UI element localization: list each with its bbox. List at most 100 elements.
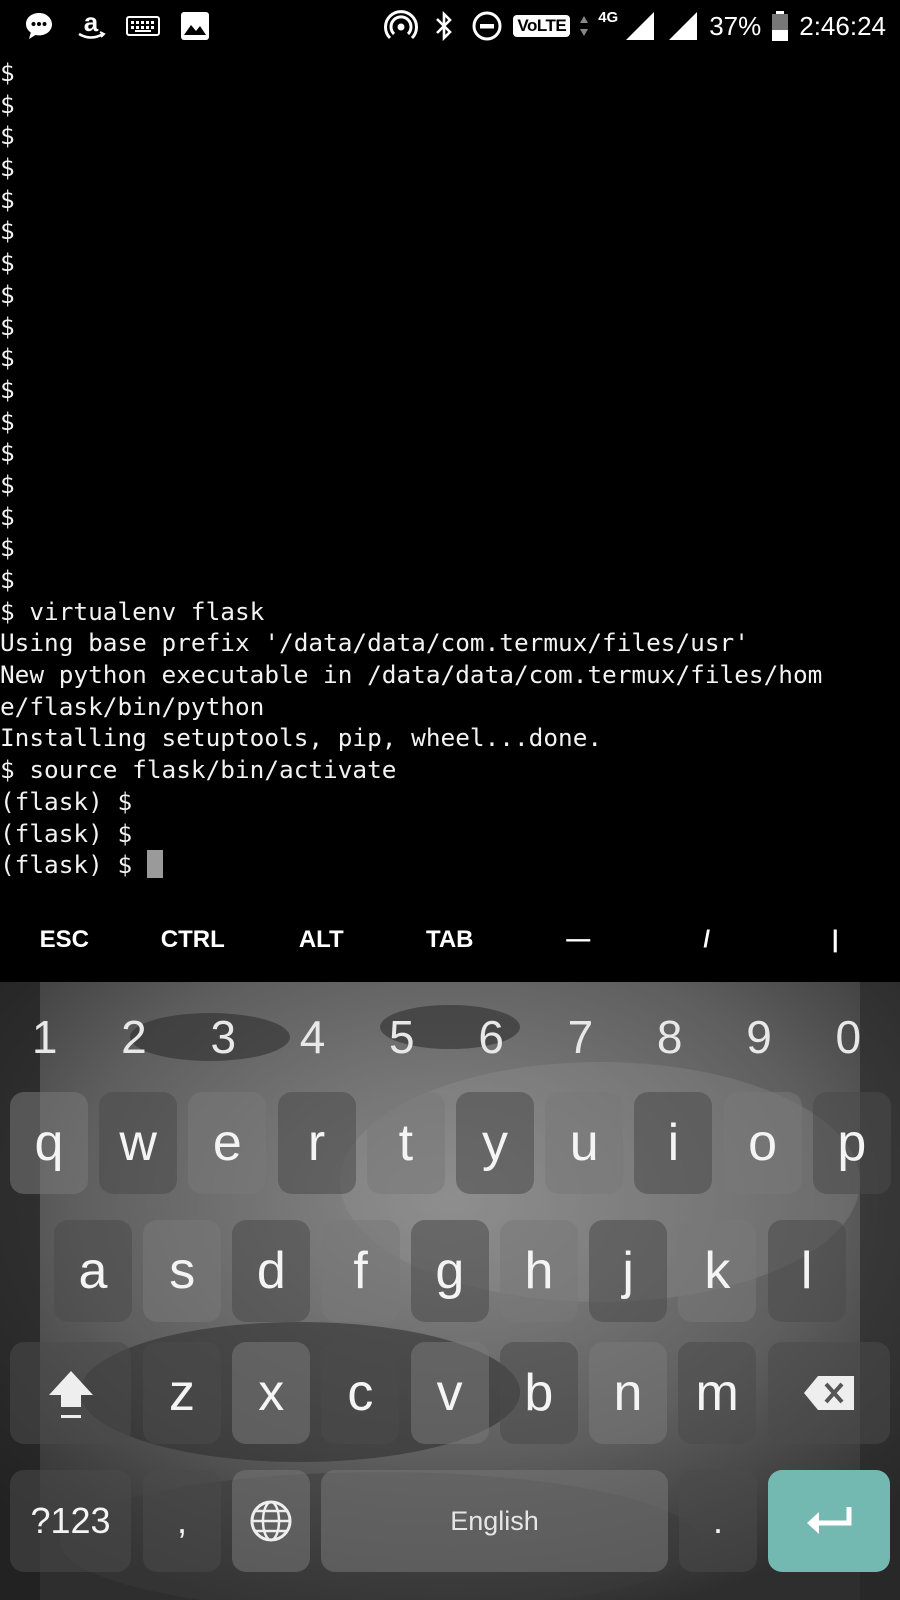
- key-label: e: [212, 1114, 242, 1172]
- signal-icon: [623, 9, 657, 43]
- key-v[interactable]: v: [410, 1342, 489, 1444]
- key-label: p: [837, 1114, 867, 1172]
- period-key[interactable]: .: [679, 1470, 757, 1572]
- key-label: z: [169, 1364, 195, 1422]
- text-cursor: [146, 850, 163, 879]
- image-icon: [178, 9, 212, 43]
- enter-key[interactable]: [768, 1470, 890, 1572]
- terminal-line: $: [0, 374, 15, 404]
- key-o[interactable]: o: [723, 1092, 802, 1194]
- terminal-line: $: [0, 406, 15, 436]
- terminal-line: $ source flask/bin/activate: [0, 755, 397, 785]
- terminal-line: New python executable in /data/data/com.…: [0, 660, 823, 690]
- key-label: g: [435, 1242, 465, 1300]
- key-w[interactable]: w: [99, 1092, 178, 1194]
- terminal-line: $: [0, 279, 15, 309]
- shift-key[interactable]: [10, 1342, 131, 1444]
- extra-key-alt[interactable]: ALT: [257, 926, 386, 954]
- number-key[interactable]: 9: [714, 1010, 803, 1064]
- terminal-line: Using base prefix '/data/data/com.termux…: [0, 628, 749, 658]
- space-label: English: [450, 1505, 539, 1536]
- key-b[interactable]: b: [499, 1342, 578, 1444]
- period-label: .: [712, 1500, 723, 1541]
- key-label: d: [256, 1242, 286, 1300]
- number-key[interactable]: 5: [357, 1010, 446, 1064]
- extra-key-esc[interactable]: ESC: [0, 926, 129, 954]
- extra-key-tab[interactable]: TAB: [386, 926, 515, 954]
- key-l[interactable]: l: [767, 1220, 846, 1322]
- symbols-key[interactable]: ?123: [10, 1470, 131, 1572]
- key-label: c: [347, 1364, 374, 1422]
- battery-percent: 37%: [709, 10, 762, 41]
- terminal-line: $: [0, 248, 15, 278]
- space-key[interactable]: English: [321, 1470, 668, 1572]
- terminal-line: (flask) $: [0, 818, 133, 848]
- comma-key[interactable]: ,: [143, 1470, 221, 1572]
- key-r[interactable]: r: [277, 1092, 356, 1194]
- terminal-line: $: [0, 501, 15, 531]
- key-x[interactable]: x: [232, 1342, 311, 1444]
- key-e[interactable]: e: [188, 1092, 267, 1194]
- key-label: j: [622, 1242, 634, 1300]
- key-g[interactable]: g: [410, 1220, 489, 1322]
- key-k[interactable]: k: [678, 1220, 757, 1322]
- key-s[interactable]: s: [143, 1220, 222, 1322]
- hotspot-icon: [384, 9, 419, 43]
- terminal-current-line[interactable]: (flask) $: [0, 849, 900, 881]
- globe-icon: [250, 1500, 292, 1542]
- key-label: f: [353, 1242, 368, 1300]
- terminal-line: (flask) $: [0, 786, 133, 816]
- number-key[interactable]: 7: [536, 1010, 625, 1064]
- key-q[interactable]: q: [10, 1092, 88, 1194]
- extra-key-ctrl[interactable]: CTRL: [129, 926, 258, 954]
- terminal-line: e/flask/bin/python: [0, 691, 265, 721]
- number-key[interactable]: 4: [268, 1010, 357, 1064]
- number-row: 1234567890: [0, 1002, 900, 1072]
- status-bar: a VoLTE 4G 37% 2:46:24: [0, 0, 900, 52]
- terminal-line: $: [0, 58, 15, 87]
- soft-keyboard: 1234567890 qwe r t y u i o p a s d f g h j k l z x c v b nm ?1…: [0, 982, 900, 1600]
- key-i[interactable]: i: [634, 1092, 713, 1194]
- battery-icon: [770, 9, 790, 43]
- key-j[interactable]: j: [589, 1220, 668, 1322]
- key-f[interactable]: f: [321, 1220, 400, 1322]
- clock: 2:46:24: [799, 10, 886, 41]
- key-label: u: [569, 1114, 599, 1172]
- key-label: a: [78, 1242, 108, 1300]
- number-key[interactable]: 2: [89, 1010, 178, 1064]
- number-key[interactable]: 6: [446, 1010, 535, 1064]
- key-label: y: [482, 1114, 508, 1172]
- extra-key-pipe[interactable]: |: [771, 926, 900, 954]
- terminal-output[interactable]: $ $ $ $ $ $ $ $ $ $ $ $ $ $ $ $ $ $ virtualenv flask Using…: [0, 57, 900, 881]
- number-key[interactable]: 8: [625, 1010, 714, 1064]
- key-z[interactable]: z: [143, 1342, 221, 1444]
- terminal-line: $: [0, 343, 15, 373]
- key-d[interactable]: d: [232, 1220, 311, 1322]
- current-prompt: (flask) $: [0, 850, 147, 880]
- key-y[interactable]: y: [456, 1092, 534, 1194]
- terminal-line: $: [0, 216, 15, 246]
- key-n[interactable]: n: [589, 1342, 667, 1444]
- extra-key-slash[interactable]: /: [643, 926, 772, 954]
- key-label: l: [800, 1242, 813, 1300]
- terminal-line: Installing setuptools, pip, wheel...done…: [0, 723, 603, 753]
- number-key[interactable]: 3: [179, 1010, 268, 1064]
- extra-key-dash[interactable]: —: [514, 926, 643, 954]
- backspace-key[interactable]: [768, 1342, 890, 1444]
- shift-icon: [48, 1371, 93, 1418]
- key-u[interactable]: u: [545, 1092, 624, 1194]
- amazon-icon: a: [74, 9, 108, 43]
- key-label: q: [34, 1114, 64, 1172]
- key-a[interactable]: a: [54, 1220, 132, 1322]
- key-h[interactable]: h: [500, 1220, 578, 1322]
- volte-badge: VoLTE: [513, 15, 571, 37]
- number-key[interactable]: 1: [0, 1010, 89, 1064]
- key-c[interactable]: c: [321, 1342, 400, 1444]
- key-m[interactable]: m: [678, 1342, 757, 1444]
- key-p[interactable]: p: [812, 1092, 891, 1194]
- key-label: t: [398, 1114, 414, 1172]
- data-arrows-icon: [579, 9, 589, 43]
- number-key[interactable]: 0: [804, 1010, 893, 1064]
- language-key[interactable]: [232, 1470, 310, 1572]
- key-t[interactable]: t: [366, 1092, 445, 1194]
